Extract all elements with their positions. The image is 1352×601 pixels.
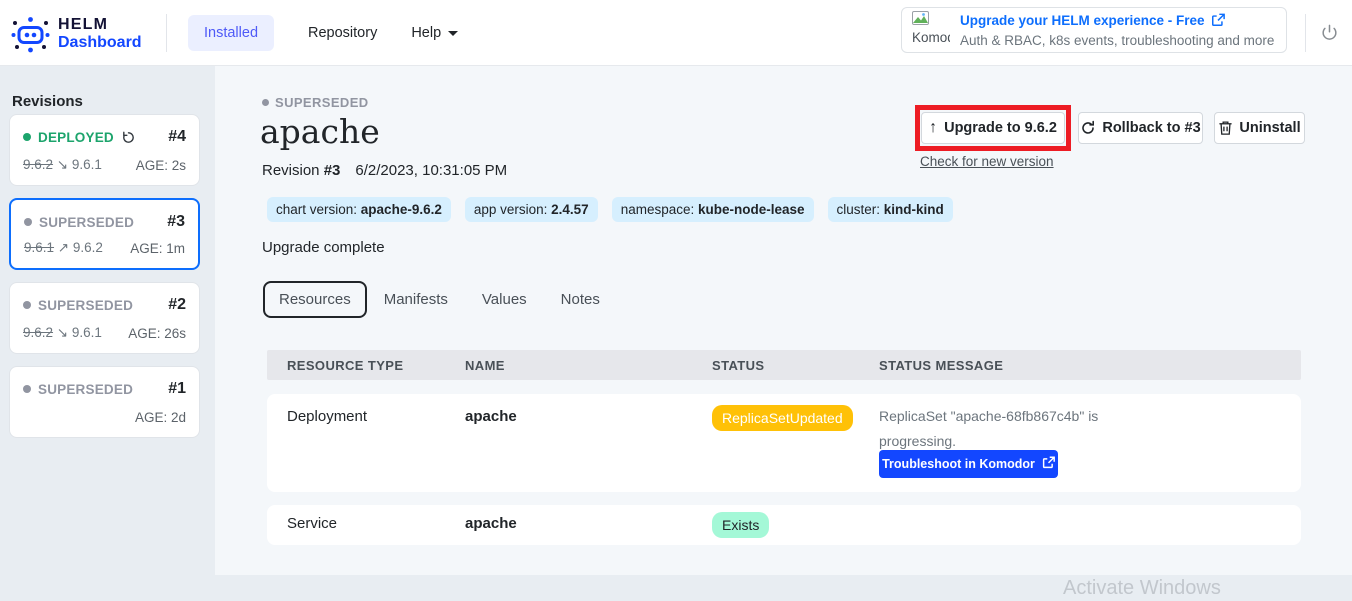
revision-card-4[interactable]: DEPLOYED #4 9.6.2 ↘ 9.6.1 AGE: 2s [9,114,200,186]
revision-number: #1 [168,380,186,398]
header-divider-right [1305,14,1306,52]
rollback-icon [1080,120,1096,136]
external-link-icon [1042,456,1055,472]
power-button[interactable] [1320,23,1339,47]
revision-info-line: Revision #36/2/2023, 10:31:05 PM [262,162,507,179]
status-badge-exists: Exists [712,512,769,538]
komodor-ad-image-caption: Komodor [912,30,950,45]
tab-resources[interactable]: Resources [263,281,367,318]
revision-card-2[interactable]: SUPERSEDED #2 9.6.2 ↘ 9.6.1 AGE: 26s [9,282,200,354]
main-panel: SUPERSEDED apache Revision #36/2/2023, 1… [215,66,1352,575]
annotation-upgrade-highlight: ↑Upgrade to 9.6.2 [915,105,1071,151]
release-status-label: SUPERSEDED [262,95,369,110]
revision-status: SUPERSEDED [24,215,134,230]
release-actions: ↑Upgrade to 9.6.2 Check for new version … [915,105,1305,151]
revision-number: #3 [167,213,185,231]
col-status-message: STATUS MESSAGE [879,358,1301,373]
status-dot [23,301,31,309]
revision-versions: 9.6.2 ↘ 9.6.1 [23,325,102,341]
table-header: RESOURCE TYPE NAME STATUS STATUS MESSAGE [267,350,1301,380]
detail-tabs: Resources Manifests Values Notes [263,281,617,318]
release-title: apache [260,112,380,151]
status-dot [23,133,31,141]
check-new-version-link[interactable]: Check for new version [920,154,1054,169]
activate-windows-watermark: Activate Windows [1063,577,1221,600]
uninstall-button[interactable]: Uninstall [1214,112,1305,144]
cell-resource-type: Service [267,505,465,545]
main-nav: Installed Repository Help [188,15,458,51]
komodor-ad-title[interactable]: Upgrade your HELM experience - Free [960,12,1274,32]
nav-tab-repository[interactable]: Repository [308,25,377,41]
revision-versions: 9.6.2 ↘ 9.6.1 [23,157,102,173]
revision-age: AGE: 2s [136,158,186,173]
revision-date: 6/2/2023, 10:31:05 PM [355,162,507,179]
revision-versions: 9.6.1 ↗ 9.6.2 [24,240,103,256]
revision-status: SUPERSEDED [23,298,133,313]
nav-menu-help[interactable]: Help [411,25,458,41]
status-message: ReplicaSet "apache-68fb867c4b" is progre… [879,404,1129,454]
helm-logo[interactable]: HELM Dashboard [10,14,142,55]
revision-age: AGE: 2d [135,410,186,425]
sidebar-title: Revisions [12,93,83,110]
table-row-deployment: Deployment apache ReplicaSetUpdated Repl… [267,394,1301,492]
revision-age: AGE: 26s [128,326,186,341]
revision-status: SUPERSEDED [23,382,133,397]
resources-table: RESOURCE TYPE NAME STATUS STATUS MESSAGE… [267,350,1301,545]
tab-notes[interactable]: Notes [544,283,617,316]
tab-manifests[interactable]: Manifests [367,283,465,316]
broken-image-icon [912,11,929,25]
release-meta-badges: chart version: apache-9.6.2 app version:… [267,197,953,222]
badge-namespace: namespace: kube-node-lease [612,197,814,222]
cell-resource-type: Deployment [267,394,465,492]
revisions-sidebar: Revisions DEPLOYED #4 9.6.2 ↘ 9.6.1 AGE:… [0,67,215,601]
table-row-service: Service apache Exists [267,505,1301,545]
revision-number: #2 [168,296,186,314]
badge-chart-version: chart version: apache-9.6.2 [267,197,451,222]
chevron-down-icon [448,31,458,36]
upgrade-button[interactable]: ↑Upgrade to 9.6.2 [921,112,1065,144]
col-status: STATUS [712,358,879,373]
troubleshoot-button[interactable]: Troubleshoot in Komodor [879,450,1058,478]
release-note: Upgrade complete [262,239,385,256]
nav-tab-installed[interactable]: Installed [188,15,274,51]
status-badge-replicasetupdated: ReplicaSetUpdated [712,405,853,431]
revision-number: #4 [168,128,186,146]
logo-subtitle: Dashboard [58,34,142,52]
revision-age: AGE: 1m [130,241,185,256]
col-resource-type: RESOURCE TYPE [267,358,465,373]
komodor-ad-banner[interactable]: Komodor Upgrade your HELM experience - F… [901,7,1287,53]
tab-values[interactable]: Values [465,283,544,316]
col-name: NAME [465,358,712,373]
status-dot [24,218,32,226]
history-icon [121,130,136,145]
revision-card-3[interactable]: SUPERSEDED #3 9.6.1 ↗ 9.6.2 AGE: 1m [9,198,200,270]
up-arrow-icon: ↑ [929,119,937,137]
komodor-ad-image: Komodor [912,11,950,49]
badge-app-version: app version: 2.4.57 [465,197,598,222]
logo-title: HELM [58,15,142,34]
status-dot [23,385,31,393]
komodor-ad-subtitle: Auth & RBAC, k8s events, troubleshooting… [960,32,1274,49]
revision-card-1[interactable]: SUPERSEDED #1 AGE: 2d [9,366,200,438]
power-icon [1320,23,1339,42]
rollback-button[interactable]: Rollback to #3 [1078,112,1203,144]
status-dot [262,99,269,106]
header-divider-left [166,14,167,52]
cell-name: apache [465,505,712,545]
revision-status: DEPLOYED [23,130,136,145]
cell-name: apache [465,394,712,492]
external-link-icon [1211,13,1225,32]
app-header: HELM Dashboard Installed Repository Help… [0,0,1352,66]
badge-cluster: cluster: kind-kind [828,197,953,222]
trash-icon [1218,120,1233,136]
helm-logo-icon [10,14,51,55]
